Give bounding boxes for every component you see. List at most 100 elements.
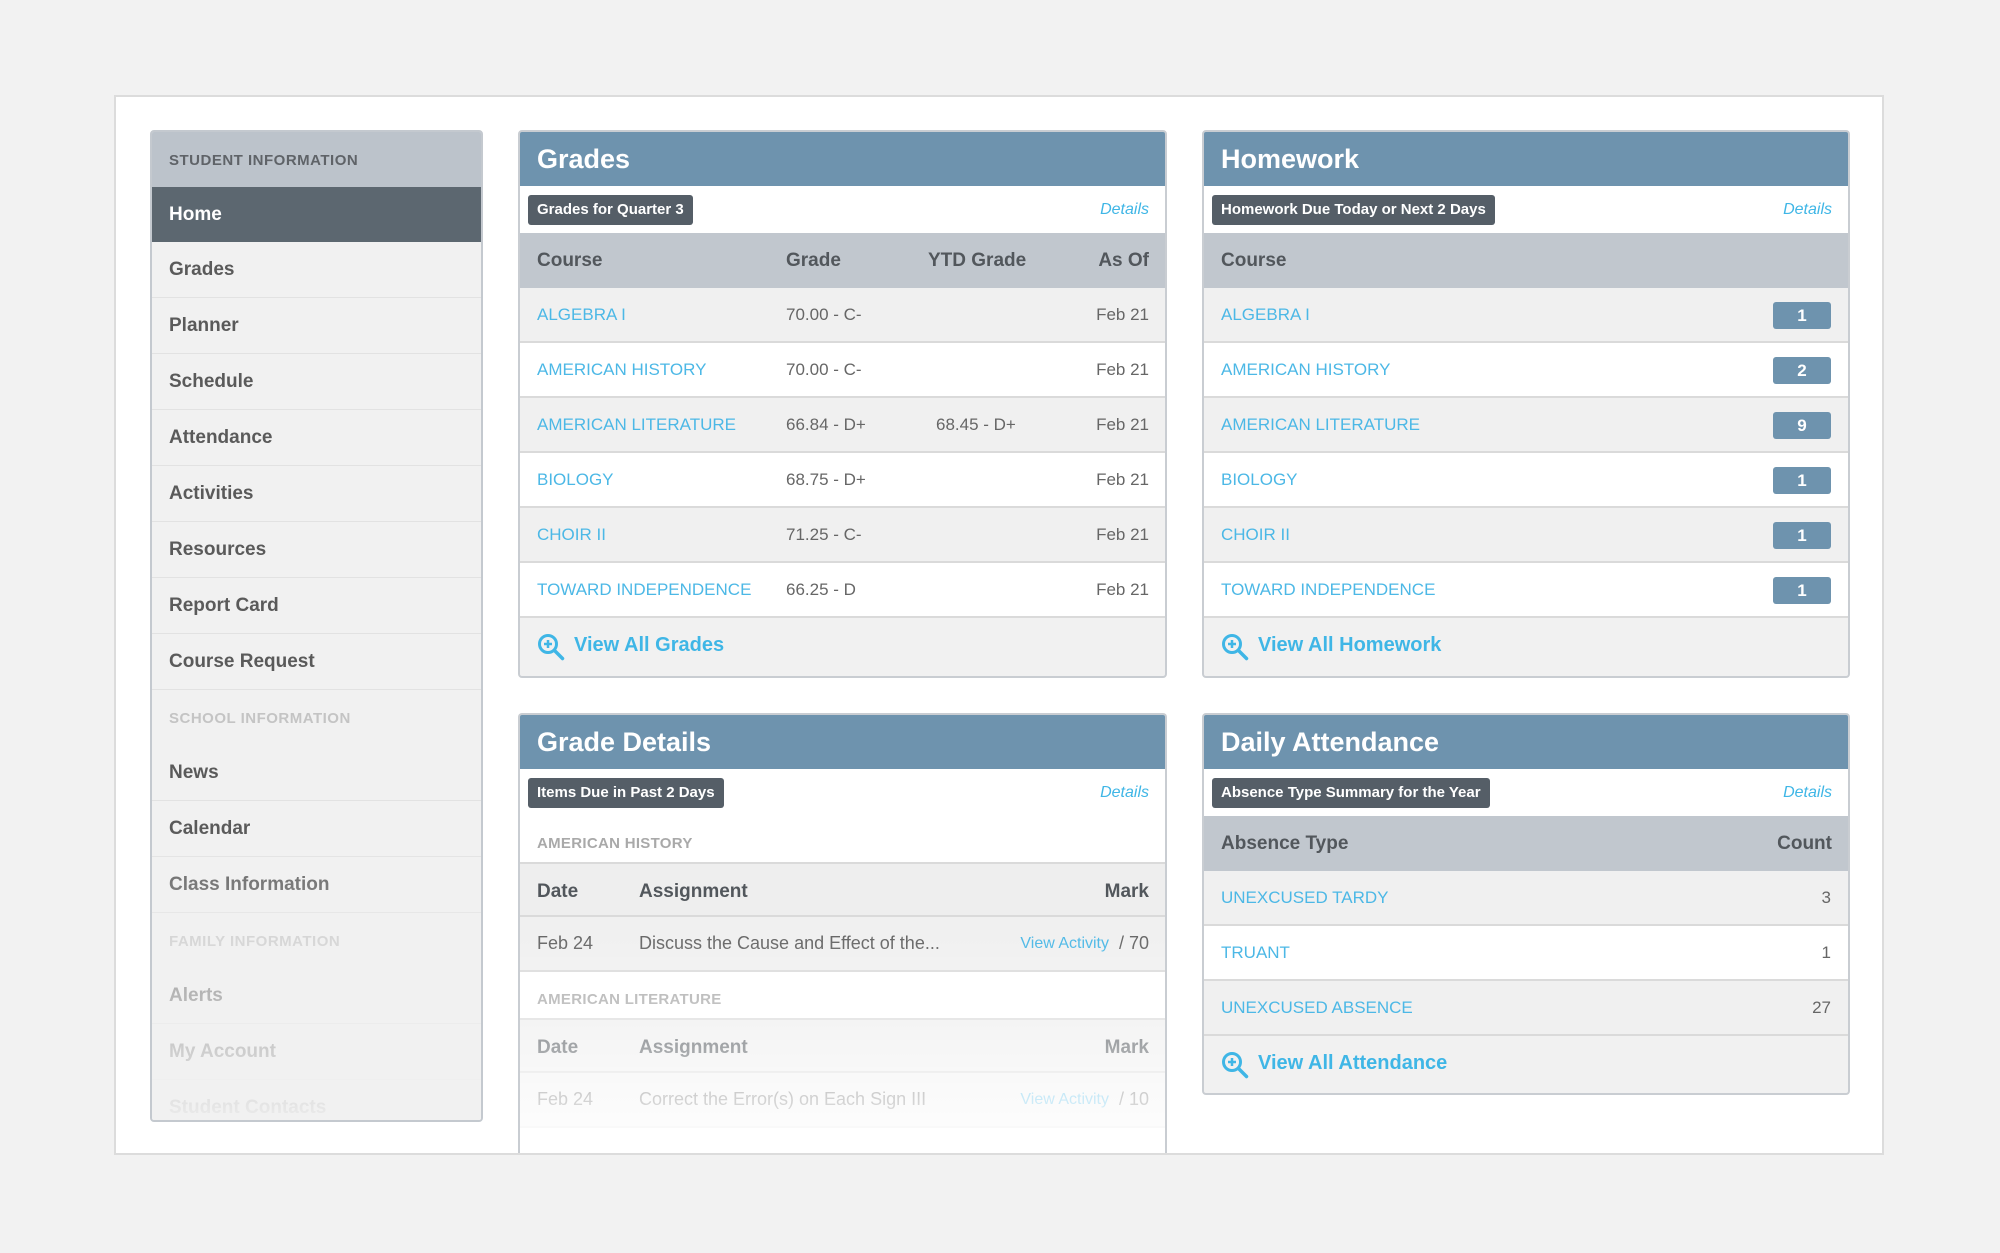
homework-count-badge[interactable]: 1 — [1773, 467, 1831, 494]
sidebar-section-school-information: SCHOOL INFORMATION — [169, 710, 351, 727]
col-absence-type: Absence Type — [1221, 833, 1349, 854]
sidebar-item-attendance[interactable]: Attendance — [152, 410, 481, 466]
course-link[interactable]: AMERICAN LITERATURE — [537, 398, 736, 451]
table-row: AMERICAN HISTORY 70.00 - C- Feb 21 — [520, 343, 1165, 398]
daily-attendance-panel: Daily Attendance Absence Type Summary fo… — [1202, 713, 1850, 1095]
grade-details-table-header: Date Assignment Mark — [520, 862, 1165, 917]
as-of-value: Feb 21 — [1096, 360, 1149, 379]
grades-subbar: Grades for Quarter 3 Details — [520, 186, 1165, 233]
homework-count-badge[interactable]: 1 — [1773, 302, 1831, 329]
table-row: CHOIR II 1 — [1204, 508, 1848, 563]
view-all-grades-button[interactable]: View All Grades — [520, 618, 1165, 673]
homework-count-badge[interactable]: 1 — [1773, 577, 1831, 604]
homework-count-badge[interactable]: 9 — [1773, 412, 1831, 439]
grade-value: 70.00 - C- — [786, 305, 862, 324]
view-all-attendance-label: View All Attendance — [1258, 1052, 1448, 1074]
grade-value: 68.75 - D+ — [786, 470, 866, 489]
assignment-value: Correct the Error(s) on Each Sign III — [639, 1089, 927, 1109]
course-link[interactable]: ALGEBRA I — [537, 288, 626, 341]
view-all-homework-button[interactable]: View All Homework — [1204, 618, 1848, 673]
absence-type-link[interactable]: UNEXCUSED ABSENCE — [1221, 981, 1413, 1034]
view-activity-link[interactable]: View Activity — [1020, 917, 1109, 970]
course-link[interactable]: TOWARD INDEPENDENCE — [537, 563, 751, 616]
col-mark: Mark — [1104, 1037, 1149, 1058]
homework-subbar: Homework Due Today or Next 2 Days Detail… — [1204, 186, 1848, 233]
col-as-of: As Of — [1098, 250, 1149, 271]
mark-value: / 70 — [1118, 933, 1149, 953]
course-link[interactable]: BIOLOGY — [1221, 453, 1298, 506]
course-link[interactable]: AMERICAN LITERATURE — [1221, 398, 1420, 451]
table-row: TOWARD INDEPENDENCE 1 — [1204, 563, 1848, 618]
sidebar-item-news[interactable]: News — [152, 745, 481, 801]
course-link[interactable]: CHOIR II — [537, 508, 606, 561]
course-link[interactable]: AMERICAN HISTORY — [1221, 343, 1390, 396]
sidebar-item-resources[interactable]: Resources — [152, 522, 481, 578]
absence-count: 1 — [1821, 943, 1831, 962]
homework-count-badge[interactable]: 2 — [1773, 357, 1831, 384]
sidebar-item-alerts[interactable]: Alerts — [152, 968, 481, 1024]
table-row: Feb 24 Correct the Error(s) on Each Sign… — [520, 1073, 1165, 1128]
grade-details-panel: Grade Details Items Due in Past 2 Days D… — [518, 713, 1167, 1153]
absence-type-link[interactable]: TRUANT — [1221, 926, 1290, 979]
course-link[interactable]: BIOLOGY — [537, 453, 614, 506]
sidebar-item-calendar[interactable]: Calendar — [152, 801, 481, 857]
grade-value: 71.25 - C- — [786, 525, 862, 544]
grade-details-subbar: Items Due in Past 2 Days Details — [520, 769, 1165, 816]
daily-attendance-title: Daily Attendance — [1204, 715, 1848, 769]
col-course: Course — [1221, 250, 1287, 271]
as-of-value: Feb 21 — [1096, 470, 1149, 489]
grade-value: 70.00 - C- — [786, 360, 862, 379]
sidebar-item-student-contacts[interactable]: Student Contacts — [152, 1080, 481, 1120]
sidebar-item-home[interactable]: Home — [152, 187, 481, 242]
homework-due-tag: Homework Due Today or Next 2 Days — [1212, 195, 1495, 225]
sidebar-item-activities[interactable]: Activities — [152, 466, 481, 522]
table-row: BIOLOGY 1 — [1204, 453, 1848, 508]
view-all-homework-label: View All Homework — [1258, 634, 1442, 656]
grades-title: Grades — [520, 132, 1165, 186]
view-all-grades-label: View All Grades — [574, 634, 725, 656]
grade-value: 66.25 - D — [786, 580, 856, 599]
homework-count-badge[interactable]: 1 — [1773, 522, 1831, 549]
table-row: TOWARD INDEPENDENCE 66.25 - D Feb 21 — [520, 563, 1165, 618]
grade-details-details-link[interactable]: Details — [1100, 769, 1149, 816]
sidebar-item-course-request[interactable]: Course Request — [152, 634, 481, 690]
table-row: BIOLOGY 68.75 - D+ Feb 21 — [520, 453, 1165, 508]
date-value: Feb 24 — [537, 1089, 594, 1109]
grades-quarter-tag: Grades for Quarter 3 — [528, 195, 693, 225]
as-of-value: Feb 21 — [1096, 525, 1149, 544]
sidebar-item-report-card[interactable]: Report Card — [152, 578, 481, 634]
table-row: ALGEBRA I 70.00 - C- Feb 21 — [520, 288, 1165, 343]
sidebar-item-my-account[interactable]: My Account — [152, 1024, 481, 1080]
view-all-attendance-button[interactable]: View All Attendance — [1204, 1036, 1848, 1091]
as-of-value: Feb 21 — [1096, 415, 1149, 434]
course-link[interactable]: TOWARD INDEPENDENCE — [1221, 563, 1435, 616]
as-of-value: Feb 21 — [1096, 580, 1149, 599]
col-count: Count — [1777, 833, 1832, 854]
sidebar-item-class-information[interactable]: Class Information — [152, 857, 481, 913]
grades-table-header: Course Grade YTD Grade As Of — [520, 233, 1165, 288]
view-activity-link[interactable]: View Activity — [1020, 1073, 1109, 1126]
col-mark: Mark — [1104, 881, 1149, 902]
table-row: CHOIR II 71.25 - C- Feb 21 — [520, 508, 1165, 563]
course-link[interactable]: AMERICAN HISTORY — [537, 343, 706, 396]
sidebar-item-grades[interactable]: Grades — [152, 242, 481, 298]
table-row: TRUANT 1 — [1204, 926, 1848, 981]
attendance-details-link[interactable]: Details — [1783, 769, 1832, 816]
homework-details-link[interactable]: Details — [1783, 186, 1832, 233]
sidebar-item-planner[interactable]: Planner — [152, 298, 481, 354]
date-value: Feb 24 — [537, 933, 594, 953]
homework-panel: Homework Homework Due Today or Next 2 Da… — [1202, 130, 1850, 678]
course-link[interactable]: ALGEBRA I — [1221, 288, 1310, 341]
sidebar: STUDENT INFORMATION Home Grades Planner … — [150, 130, 483, 1122]
sidebar-item-schedule[interactable]: Schedule — [152, 354, 481, 410]
zoom-in-icon — [1222, 634, 1249, 661]
course-group-label: AMERICAN HISTORY — [520, 816, 1165, 862]
as-of-value: Feb 21 — [1096, 305, 1149, 324]
attendance-subbar: Absence Type Summary for the Year Detail… — [1204, 769, 1848, 816]
zoom-in-icon — [1222, 1052, 1249, 1079]
assignment-value: Discuss the Cause and Effect of the... — [639, 933, 940, 953]
grades-details-link[interactable]: Details — [1100, 186, 1149, 233]
course-link[interactable]: CHOIR II — [1221, 508, 1290, 561]
grade-value: 66.84 - D+ — [786, 415, 866, 434]
absence-type-link[interactable]: UNEXCUSED TARDY — [1221, 871, 1389, 924]
